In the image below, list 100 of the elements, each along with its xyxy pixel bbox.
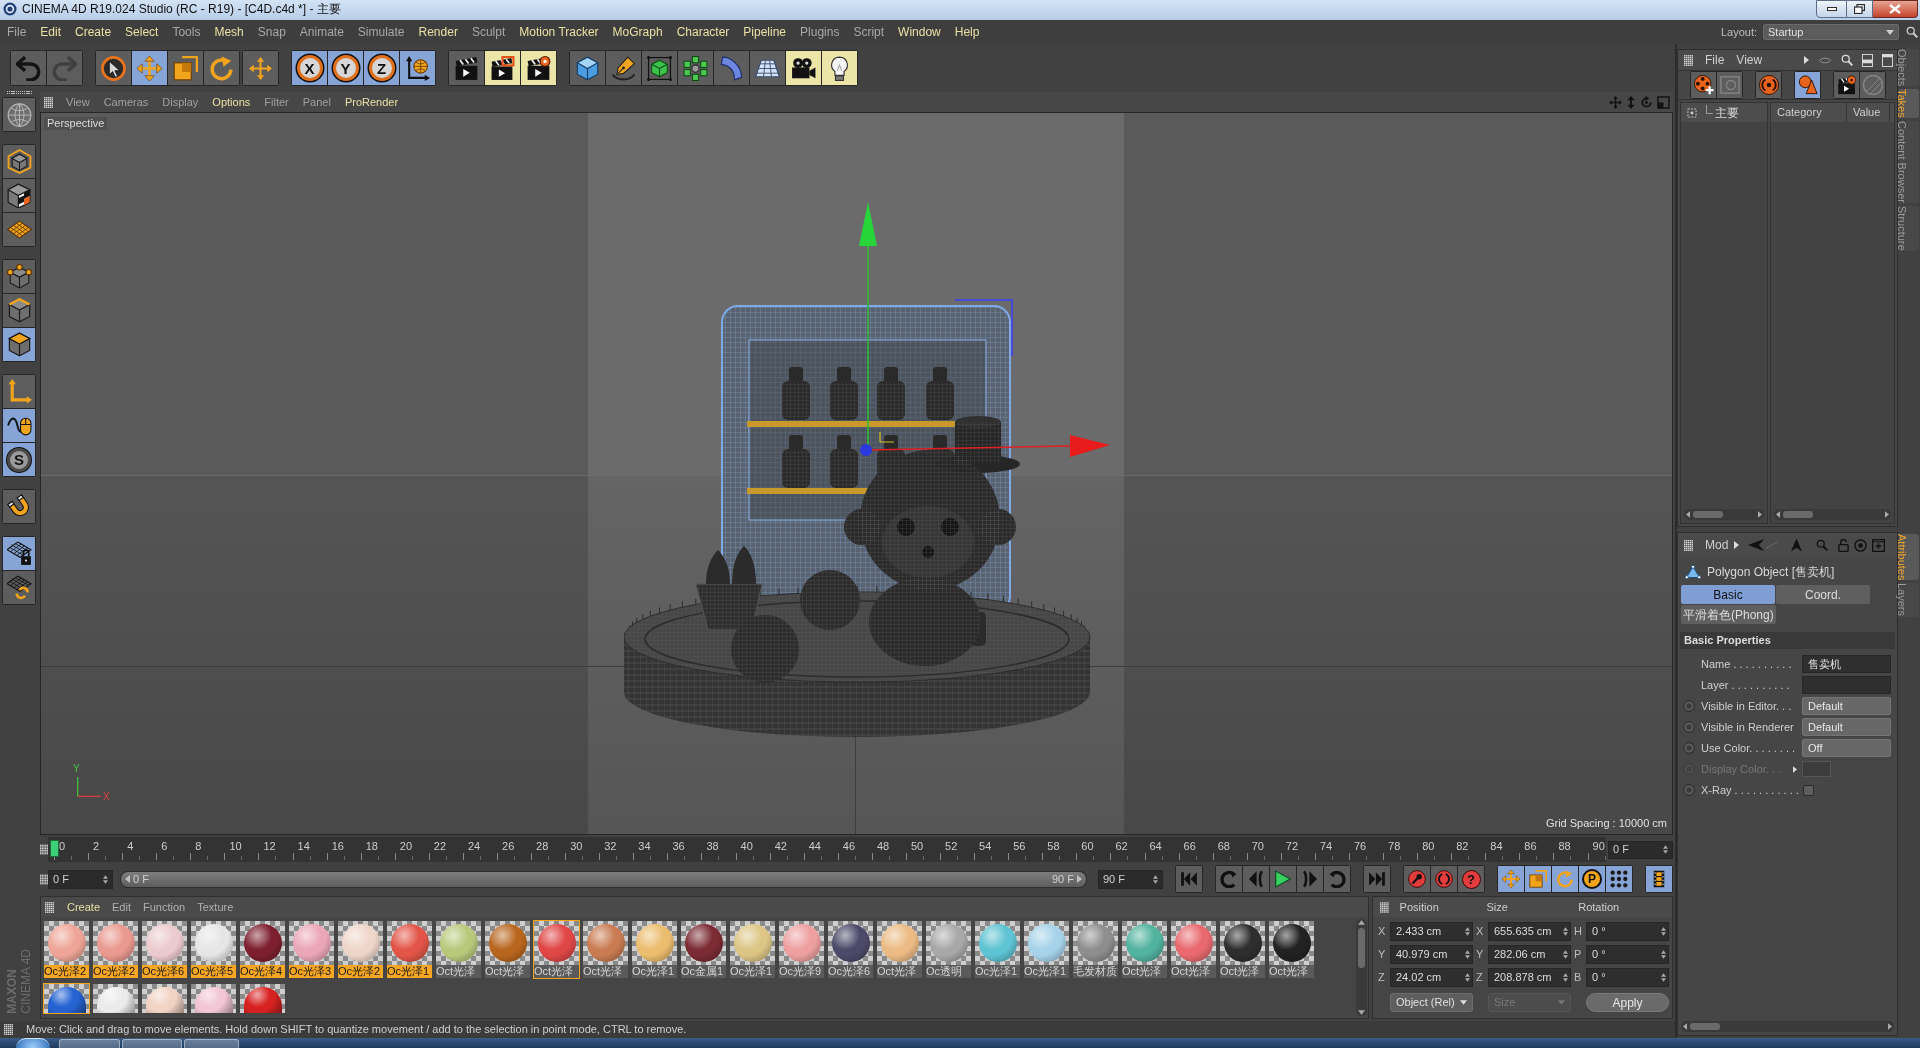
coordinate-field[interactable]: 208.878 cm bbox=[1488, 967, 1571, 987]
transform-tool-button[interactable] bbox=[243, 51, 278, 85]
material-menu-item[interactable]: Create bbox=[61, 898, 107, 916]
attributes-mode-menu[interactable]: Mod bbox=[1705, 536, 1729, 554]
checkbox[interactable] bbox=[1803, 784, 1814, 796]
coordinate-field[interactable]: 40.979 cm bbox=[1390, 944, 1473, 964]
go-to-end-button[interactable] bbox=[1364, 866, 1390, 892]
axis-lock-button[interactable]: X bbox=[292, 51, 327, 85]
start-frame-field[interactable]: 0 F bbox=[48, 869, 113, 889]
attribute-tab[interactable]: 平滑着色(Phong) bbox=[1681, 605, 1776, 624]
animation-dot-icon[interactable] bbox=[1683, 721, 1695, 733]
up-arrow-icon[interactable] bbox=[1791, 538, 1803, 552]
viewport-solo-button[interactable] bbox=[3, 98, 35, 131]
material-menu-item[interactable]: Edit bbox=[106, 898, 137, 916]
coordinate-system-button[interactable] bbox=[400, 51, 435, 85]
text-field[interactable]: 售卖机 bbox=[1802, 655, 1891, 673]
workplane-align-button[interactable] bbox=[3, 571, 35, 604]
zoom-view-icon[interactable] bbox=[1626, 95, 1636, 109]
lock-icon[interactable] bbox=[1838, 538, 1850, 552]
camera-button[interactable] bbox=[786, 51, 821, 85]
panel-layout-icon[interactable] bbox=[1862, 53, 1873, 67]
side-tab[interactable]: Attributes bbox=[1899, 534, 1919, 581]
parameter-key-button[interactable]: P bbox=[1579, 866, 1605, 892]
menu-item[interactable]: File bbox=[0, 23, 34, 41]
restore-button[interactable] bbox=[1847, 0, 1873, 18]
menu-item[interactable]: Script bbox=[846, 23, 892, 41]
axis-lock-button[interactable]: Y bbox=[328, 51, 363, 85]
pan-view-icon[interactable] bbox=[1609, 95, 1622, 109]
viewport-menu-item[interactable]: Panel bbox=[295, 93, 338, 111]
scrollbar-thumb[interactable] bbox=[1693, 511, 1723, 518]
coordinate-field[interactable]: 24.02 cm bbox=[1390, 967, 1473, 987]
viewport-menu-item[interactable]: Cameras bbox=[96, 93, 156, 111]
taskbar-button[interactable] bbox=[59, 1039, 120, 1048]
workplane-mode-button[interactable] bbox=[3, 213, 35, 246]
record-key-button[interactable] bbox=[1404, 866, 1430, 892]
points-mode-button[interactable] bbox=[3, 260, 35, 293]
link-field[interactable] bbox=[1802, 676, 1891, 694]
point-level-button[interactable] bbox=[1606, 866, 1632, 892]
start-button[interactable] bbox=[16, 1038, 50, 1048]
undo-button[interactable] bbox=[11, 51, 46, 85]
side-tab[interactable]: Structure bbox=[1899, 206, 1919, 251]
lens-icon[interactable] bbox=[1818, 56, 1832, 64]
scrollbar-thumb[interactable] bbox=[1358, 928, 1365, 968]
viewport-menu-item[interactable]: View bbox=[59, 93, 97, 111]
menu-item[interactable]: Window bbox=[891, 23, 948, 41]
new-panel-icon[interactable] bbox=[1872, 538, 1886, 552]
viewport-menu-item[interactable]: Display bbox=[155, 93, 206, 111]
dropdown[interactable]: Default bbox=[1802, 697, 1891, 715]
expand-arrow-icon[interactable] bbox=[1793, 765, 1797, 773]
takes-menu-item[interactable]: View bbox=[1736, 51, 1763, 69]
play-button[interactable] bbox=[1270, 866, 1296, 892]
side-tab[interactable]: Takes bbox=[1899, 89, 1919, 119]
horizontal-scrollbar[interactable] bbox=[1681, 1021, 1894, 1032]
horizontal-scrollbar[interactable] bbox=[1684, 509, 1764, 520]
light-button[interactable] bbox=[822, 51, 857, 85]
playhead[interactable] bbox=[49, 840, 59, 857]
workplane-lock-button[interactable] bbox=[3, 537, 35, 570]
scrollbar-thumb[interactable] bbox=[1783, 511, 1813, 518]
attribute-tab[interactable]: Coord. bbox=[1776, 585, 1870, 604]
keyframe-selection-button[interactable]: ? bbox=[1458, 866, 1484, 892]
polygons-mode-button[interactable] bbox=[3, 328, 35, 361]
dropdown[interactable]: Off bbox=[1802, 739, 1891, 757]
coordinate-field[interactable]: 282.06 cm bbox=[1488, 944, 1571, 964]
render-settings-button[interactable] bbox=[521, 51, 556, 85]
maximize-view-icon[interactable] bbox=[1657, 95, 1670, 109]
edges-mode-button[interactable] bbox=[3, 294, 35, 327]
animation-dot-icon[interactable] bbox=[1683, 700, 1695, 712]
menu-item[interactable]: Help bbox=[947, 23, 987, 41]
tweak-mode-button[interactable] bbox=[3, 409, 35, 442]
timeline-ruler[interactable]: 0 2 4 6 8 10 12 14 16 18 20 22 24 26 28 30 32 34 36 38 40 42 44 46 48 50 52 54 56 58 60 62 64 66 68 70 72 74 76 78 80 82 84 86 88 90 bbox=[48, 837, 1606, 862]
rotate-tool-button[interactable] bbox=[204, 51, 239, 85]
preview-range-slider[interactable]: 0 F 90 F bbox=[120, 870, 1087, 888]
pen-tool-button[interactable] bbox=[606, 51, 641, 85]
override-button[interactable] bbox=[1756, 72, 1781, 98]
expand-arrow-icon[interactable] bbox=[1804, 56, 1809, 64]
render-picture-button[interactable] bbox=[485, 51, 520, 85]
next-frame-button[interactable] bbox=[1297, 866, 1323, 892]
take-row[interactable]: 主要 bbox=[1681, 103, 1767, 122]
cloner-button[interactable] bbox=[678, 51, 713, 85]
go-to-start-button[interactable] bbox=[1176, 866, 1202, 892]
menu-item[interactable]: Simulate bbox=[350, 23, 412, 41]
side-tab[interactable]: Content Browser bbox=[1899, 121, 1919, 203]
coordinate-mode-dropdown[interactable]: Object (Rel) bbox=[1390, 992, 1473, 1012]
attribute-tab[interactable]: Basic bbox=[1681, 585, 1775, 604]
menu-item[interactable]: Animate bbox=[292, 23, 351, 41]
material-menu-item[interactable]: Function bbox=[137, 898, 192, 916]
model-mode-button[interactable] bbox=[3, 145, 35, 178]
menu-item[interactable]: Render bbox=[411, 23, 465, 41]
current-frame-field[interactable]: 0 F bbox=[1608, 840, 1673, 859]
animation-dot-icon[interactable] bbox=[1683, 742, 1695, 754]
vertical-scrollbar[interactable] bbox=[1356, 919, 1367, 1016]
axis-lock-button[interactable]: Z bbox=[364, 51, 399, 85]
scrollbar-thumb[interactable] bbox=[1690, 1023, 1720, 1030]
menu-item[interactable]: Plugins bbox=[793, 23, 847, 41]
scale-tool-button[interactable] bbox=[168, 51, 203, 85]
3d-viewport[interactable]: Perspective Y X Grid Spacing : 10000 cm bbox=[40, 112, 1673, 835]
back-arrow-icon[interactable] bbox=[1748, 539, 1765, 551]
apply-button[interactable]: Apply bbox=[1586, 992, 1669, 1012]
material-menu-item[interactable]: Texture bbox=[191, 898, 240, 916]
coordinate-field[interactable]: 655.635 cm bbox=[1488, 921, 1571, 941]
